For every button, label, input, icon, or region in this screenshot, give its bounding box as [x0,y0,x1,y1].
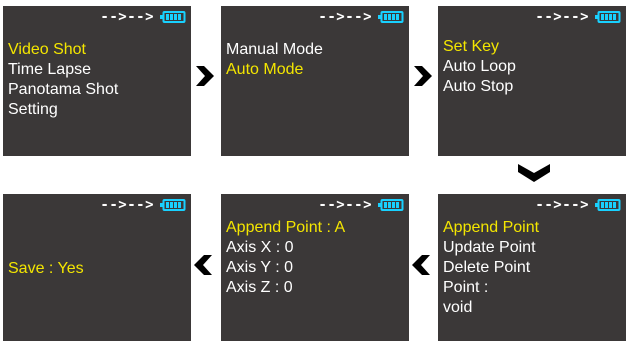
status-bar: -->--> [535,10,621,24]
chevron-left-icon [412,255,430,275]
menu-item-auto-stop[interactable]: Auto Stop [443,77,516,97]
screen-mode-select: -->--> Manual Mode Auto Mode [221,6,409,156]
screen-save: -->--> Save : Yes [3,194,191,341]
screen-point-actions: -->--> Append Point Update Point Delete … [438,194,626,341]
menu-item-save-yes[interactable]: Save : Yes [8,259,84,279]
mode-indicator: -->--> [318,9,372,25]
menu-list: Append Point : A Axis X : 0 Axis Y : 0 A… [226,218,345,298]
menu-list: Set Key Auto Loop Auto Stop [443,37,516,97]
battery-icon [595,11,621,23]
menu-item-auto-mode[interactable]: Auto Mode [226,60,323,80]
battery-icon [378,11,404,23]
screen-axis-values: -->--> Append Point : A Axis X : 0 Axis … [221,194,409,341]
menu-item-setting[interactable]: Setting [8,100,118,120]
mode-indicator: -->--> [100,197,154,213]
status-bar: -->--> [100,198,186,212]
value-axis-x: Axis X : 0 [226,239,294,256]
menu-list: Manual Mode Auto Mode [226,40,323,80]
screen-auto-options: -->--> Set Key Auto Loop Auto Stop [438,6,626,156]
menu-item-set-key[interactable]: Set Key [443,37,516,57]
menu-list: Append Point Update Point Delete Point P… [443,218,539,318]
menu-item-panotama-shot[interactable]: Panotama Shot [8,80,118,100]
point-value: void [443,299,473,316]
battery-icon [160,11,186,23]
menu-list: Save : Yes [8,259,84,279]
status-bar: -->--> [318,198,404,212]
menu-item-video-shot[interactable]: Video Shot [8,40,118,60]
point-label: Point : [443,279,489,296]
screen-main-menu: -->--> Video Shot Time Lapse Panotama Sh… [3,6,191,156]
menu-item-auto-loop[interactable]: Auto Loop [443,57,516,77]
menu-list: Video Shot Time Lapse Panotama Shot Sett… [8,40,118,120]
mode-indicator: -->--> [318,197,372,213]
menu-item-update-point[interactable]: Update Point [443,238,539,258]
battery-icon [160,199,186,211]
menu-item-delete-point[interactable]: Delete Point [443,258,539,278]
battery-icon [595,199,621,211]
menu-item-time-lapse[interactable]: Time Lapse [8,60,118,80]
value-axis-z: Axis Z : 0 [226,279,293,296]
status-bar: -->--> [100,10,186,24]
status-bar: -->--> [318,10,404,24]
ui-flow-diagram: -->--> Video Shot Time Lapse Panotama Sh… [0,0,626,341]
mode-indicator: -->--> [100,9,154,25]
status-bar: -->--> [535,198,621,212]
mode-indicator: -->--> [535,9,589,25]
mode-indicator: -->--> [535,197,589,213]
chevron-right-icon [196,66,214,86]
menu-item-manual-mode[interactable]: Manual Mode [226,40,323,60]
chevron-right-icon [414,66,432,86]
chevron-left-icon [194,255,212,275]
menu-item-append-point[interactable]: Append Point [443,218,539,238]
battery-icon [378,199,404,211]
value-axis-y: Axis Y : 0 [226,259,293,276]
chevron-down-icon [518,164,550,182]
menu-item-append-point-a[interactable]: Append Point : A [226,218,345,238]
